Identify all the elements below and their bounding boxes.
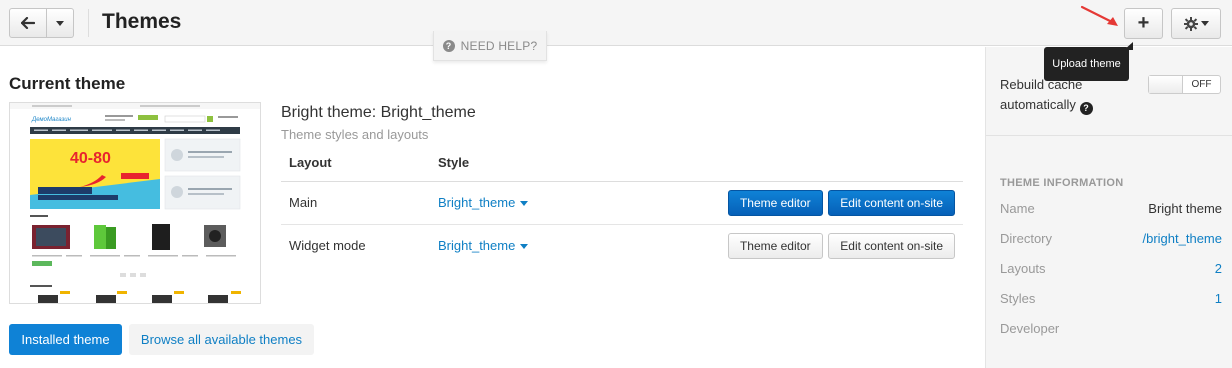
- theme-subtitle: Theme styles and layouts: [281, 127, 429, 142]
- info-value: Bright theme: [1148, 201, 1222, 216]
- info-key: Layouts: [1000, 261, 1046, 276]
- back-button-group: [9, 8, 74, 38]
- page-title: Themes: [102, 10, 182, 33]
- question-circle-icon[interactable]: ?: [1079, 101, 1093, 115]
- question-circle-icon: ?: [442, 39, 455, 52]
- back-button[interactable]: [9, 8, 47, 38]
- theme-preview-thumbnail: ДемоМагазин 40-80: [9, 102, 261, 304]
- settings-dropdown-button[interactable]: [1171, 8, 1221, 39]
- need-help-tab[interactable]: ? NEED HELP?: [433, 31, 547, 61]
- info-row-directory: Directory /bright_theme: [1000, 231, 1222, 246]
- top-bar: Themes +: [0, 0, 1232, 46]
- rebuild-cache-toggle[interactable]: OFF: [1148, 75, 1221, 94]
- row-actions: Theme editor Edit content on-site: [583, 224, 963, 267]
- column-header-layout: Layout: [281, 145, 430, 182]
- toggle-knob: [1149, 76, 1183, 93]
- info-row-name: Name Bright theme: [1000, 201, 1222, 216]
- layout-name: Widget mode: [289, 238, 366, 254]
- current-theme-heading: Current theme: [9, 74, 126, 93]
- style-link[interactable]: Bright_theme: [438, 195, 515, 210]
- header-divider: [88, 9, 89, 37]
- column-header-actions: [582, 145, 963, 182]
- row-actions: Theme editor Edit content on-site: [582, 181, 963, 225]
- info-key: Name: [1000, 201, 1035, 216]
- browse-themes-tab[interactable]: Browse all available themes: [129, 324, 314, 355]
- caret-down-icon: [520, 201, 529, 207]
- caret-down-icon: [1200, 21, 1209, 26]
- theme-editor-button[interactable]: Theme editor: [727, 189, 823, 216]
- info-row-developer: Developer: [1000, 321, 1222, 336]
- info-row-styles: Styles 1: [1000, 291, 1222, 306]
- caret-down-icon: [56, 20, 64, 26]
- edit-content-onsite-button[interactable]: Edit content on-site: [828, 189, 955, 216]
- style-link[interactable]: Bright_theme: [438, 238, 515, 253]
- style-dropdown[interactable]: Bright_theme: [430, 224, 583, 267]
- theme-name: Bright theme: Bright_theme: [281, 104, 476, 121]
- table-header-row: Layout Style: [281, 145, 963, 182]
- sidebar-divider: [986, 135, 1232, 136]
- theme-preview-image: ДемоМагазин 40-80: [10, 103, 260, 303]
- table-row: Main Bright_theme Theme editor Edit cont…: [281, 181, 963, 225]
- installed-theme-tab[interactable]: Installed theme: [9, 324, 122, 355]
- style-dropdown[interactable]: Bright_theme: [430, 181, 583, 225]
- rebuild-cache-text: Rebuild cache automatically: [1000, 77, 1083, 112]
- layouts-table: Layout Style Main Bright_theme Theme edi…: [281, 145, 963, 267]
- theme-editor-button[interactable]: Theme editor: [727, 232, 823, 259]
- info-row-layouts: Layouts 2: [1000, 261, 1222, 276]
- caret-down-icon: [520, 244, 529, 250]
- styles-count-link[interactable]: 1: [1215, 291, 1222, 306]
- info-key: Directory: [1000, 231, 1053, 246]
- table-row: Widget mode Bright_theme Theme editor Ed…: [281, 224, 963, 267]
- upload-theme-button[interactable]: +: [1124, 8, 1163, 39]
- need-help-label: NEED HELP?: [460, 38, 538, 53]
- preview-promo: 40-80: [70, 150, 111, 167]
- info-key: Developer: [1000, 321, 1060, 336]
- theme-information-heading: THEME INFORMATION: [1000, 177, 1124, 189]
- rebuild-cache-label: Rebuild cache automatically ?: [1000, 75, 1125, 115]
- layout-name: Main: [281, 181, 430, 225]
- gear-icon: [1183, 16, 1198, 31]
- annotation-arrow-icon: [1080, 5, 1118, 26]
- back-history-dropdown[interactable]: [47, 8, 74, 38]
- edit-content-onsite-button[interactable]: Edit content on-site: [828, 232, 955, 259]
- directory-link[interactable]: /bright_theme: [1143, 231, 1223, 246]
- layouts-count-link[interactable]: 2: [1215, 261, 1222, 276]
- sidebar: Rebuild cache automatically ? OFF THEME …: [985, 47, 1232, 368]
- arrow-left-icon: [21, 17, 35, 29]
- toggle-state: OFF: [1191, 79, 1212, 90]
- column-header-style: Style: [430, 145, 583, 182]
- preview-logo: ДемоМагазин: [31, 117, 72, 123]
- info-key: Styles: [1000, 291, 1036, 306]
- upload-theme-tooltip: Upload theme: [1044, 47, 1129, 81]
